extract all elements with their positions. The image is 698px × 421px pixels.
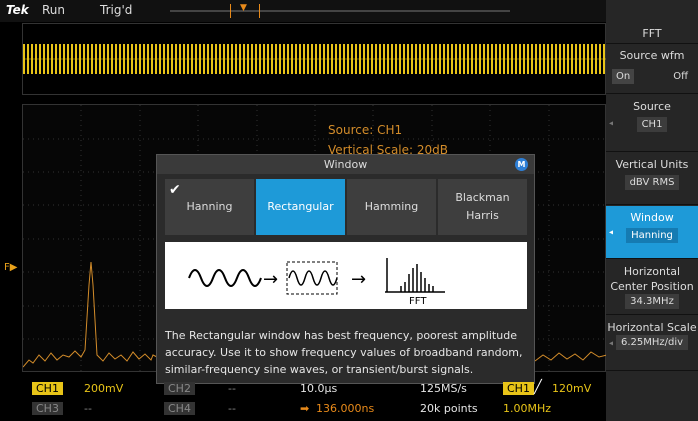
- ch4-scale: --: [228, 402, 236, 415]
- trigger-channel-badge[interactable]: CH1: [503, 382, 534, 395]
- source-value: CH1: [636, 117, 668, 132]
- left-arrow-icon: ◂: [609, 227, 614, 237]
- source-wfm-toggle[interactable]: Source wfm On Off: [606, 44, 698, 94]
- window-option-hamming[interactable]: Hamming: [347, 179, 436, 235]
- trigger-frequency: 1.00MHz: [503, 402, 552, 415]
- check-icon: ✔: [169, 182, 181, 198]
- ch2-scale: --: [228, 382, 236, 395]
- minimize-badge-icon[interactable]: M: [515, 158, 528, 171]
- source-menu-item[interactable]: ◂ Source CH1: [606, 95, 698, 152]
- dialog-title-bar[interactable]: Window M: [157, 155, 534, 174]
- ch4-badge[interactable]: CH4: [164, 402, 195, 415]
- svg-text:→: →: [351, 269, 366, 290]
- windowed-wave-icon: [286, 261, 338, 295]
- bottom-status-bar: CH1 200mV CH2 -- CH3 -- CH4 -- 10.0µs 12…: [22, 378, 606, 421]
- option-label: Hamming: [364, 200, 419, 213]
- timebase[interactable]: 10.0µs: [300, 382, 337, 395]
- fft-side-menu: FFT Source wfm On Off ◂ Source CH1 Verti…: [606, 0, 698, 421]
- source-readout: Source: CH1: [328, 123, 403, 137]
- horizontal-scale-value: 6.25MHz/div: [615, 335, 689, 350]
- dialog-title: Window: [323, 158, 368, 171]
- option-label: Hanning: [186, 200, 233, 213]
- trigger-state: Trig'd: [100, 3, 133, 17]
- sine-wave-icon: [188, 269, 262, 287]
- record-view-bar[interactable]: [170, 10, 510, 12]
- sample-rate: 125MS/s: [420, 382, 467, 395]
- option-label: Blackman Harris: [455, 191, 510, 222]
- waveform-trace: [23, 24, 607, 96]
- horizontal-center-menu-item[interactable]: Horizontal Center Position 34.3MHz: [606, 260, 698, 315]
- fft-label: FFT: [409, 296, 427, 307]
- window-description: The Rectangular window has best frequenc…: [165, 329, 523, 376]
- time-domain-waveform[interactable]: [22, 23, 607, 96]
- svg-text:→: →: [263, 269, 278, 290]
- channel-reference-marker[interactable]: F▶: [4, 262, 17, 273]
- off-option[interactable]: Off: [669, 69, 692, 84]
- window-selection-dialog: Window M ✔ Hanning Rectangular Hamming B…: [156, 154, 535, 384]
- window-option-hanning[interactable]: ✔ Hanning: [165, 179, 254, 235]
- record-length[interactable]: 20k points: [420, 402, 478, 415]
- left-arrow-icon: ◂: [609, 338, 614, 348]
- ch3-scale: --: [84, 402, 92, 415]
- spectrum-trace: [22, 261, 158, 368]
- on-option[interactable]: On: [612, 69, 635, 84]
- run-state[interactable]: Run: [42, 3, 65, 17]
- ch1-scale[interactable]: 200mV: [84, 382, 123, 395]
- brand-logo: Tek: [6, 3, 29, 17]
- fft-spectrum-icon: [385, 258, 445, 293]
- top-status-bar: Tek Run Trig'd ▼ ◠⊞▣?: [0, 0, 698, 22]
- window-diagram: → → FFT: [165, 242, 527, 309]
- ch1-badge[interactable]: CH1: [32, 382, 63, 395]
- horizontal-scale-menu-item[interactable]: ◂ Horizontal Scale 6.25MHz/div: [606, 316, 698, 371]
- window-diagram-graphic: → → FFT: [188, 258, 445, 307]
- vertical-units-menu-item[interactable]: Vertical Units dBV RMS: [606, 153, 698, 205]
- trigger-level[interactable]: 120mV: [552, 382, 591, 395]
- ch3-badge[interactable]: CH3: [32, 402, 63, 415]
- window-menu-item[interactable]: ◂ Window Hanning: [606, 206, 698, 259]
- horizontal-center-value: 34.3MHz: [625, 294, 679, 309]
- trigger-position-icon: ▼: [240, 3, 247, 13]
- horizontal-position[interactable]: 136.000ns: [316, 402, 374, 415]
- vertical-units-value: dBV RMS: [624, 175, 680, 190]
- window-option-blackman-harris[interactable]: Blackman Harris: [438, 179, 527, 235]
- option-label: Rectangular: [267, 200, 334, 213]
- window-value: Hanning: [626, 228, 678, 243]
- menu-title: FFT: [606, 22, 698, 44]
- rising-edge-icon: ╱: [534, 380, 542, 395]
- left-arrow-icon: ◂: [609, 118, 614, 128]
- position-arrow-icon: ➡: [300, 402, 310, 415]
- window-option-rectangular[interactable]: Rectangular: [256, 179, 345, 235]
- window-options: ✔ Hanning Rectangular Hamming Blackman H…: [165, 179, 527, 235]
- ch2-badge[interactable]: CH2: [164, 382, 195, 395]
